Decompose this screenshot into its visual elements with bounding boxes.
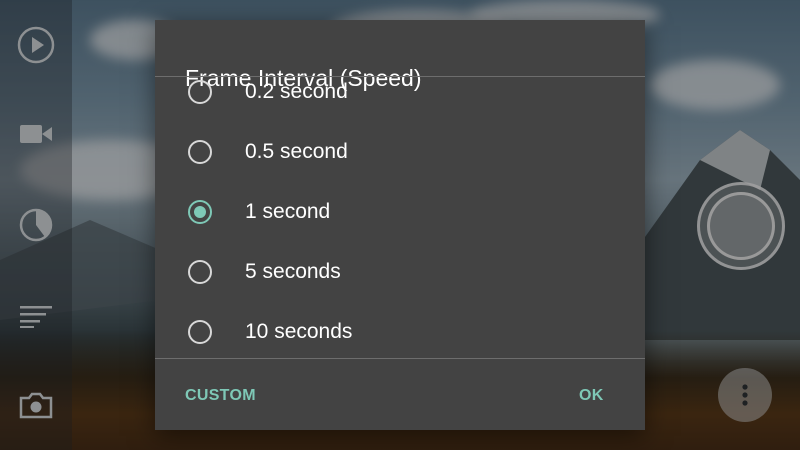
option-0-5-second[interactable]: 0.5 second	[155, 122, 645, 182]
radio-icon[interactable]	[188, 260, 212, 284]
ok-button[interactable]: OK	[579, 386, 604, 406]
interval-option-list[interactable]: 0.2 second 0.5 second 1 second 5 seconds…	[155, 77, 645, 358]
option-1-second[interactable]: 1 second	[155, 182, 645, 242]
option-label: 1 second	[245, 200, 331, 223]
radio-icon[interactable]	[188, 80, 212, 104]
option-label: 5 seconds	[245, 260, 341, 283]
option-0-2-second[interactable]: 0.2 second	[155, 77, 645, 122]
option-label: 10 seconds	[245, 320, 353, 343]
option-5-seconds[interactable]: 5 seconds	[155, 242, 645, 302]
radio-icon[interactable]	[188, 140, 212, 164]
option-label: 0.2 second	[245, 80, 348, 103]
option-10-seconds[interactable]: 10 seconds	[155, 302, 645, 358]
custom-button[interactable]: CUSTOM	[185, 386, 256, 406]
frame-interval-dialog: Frame Interval (Speed) 0.2 second 0.5 se…	[155, 20, 645, 430]
radio-checked-icon[interactable]	[188, 200, 212, 224]
option-label: 0.5 second	[245, 140, 348, 163]
radio-icon[interactable]	[188, 320, 212, 344]
actions-divider	[155, 358, 645, 359]
